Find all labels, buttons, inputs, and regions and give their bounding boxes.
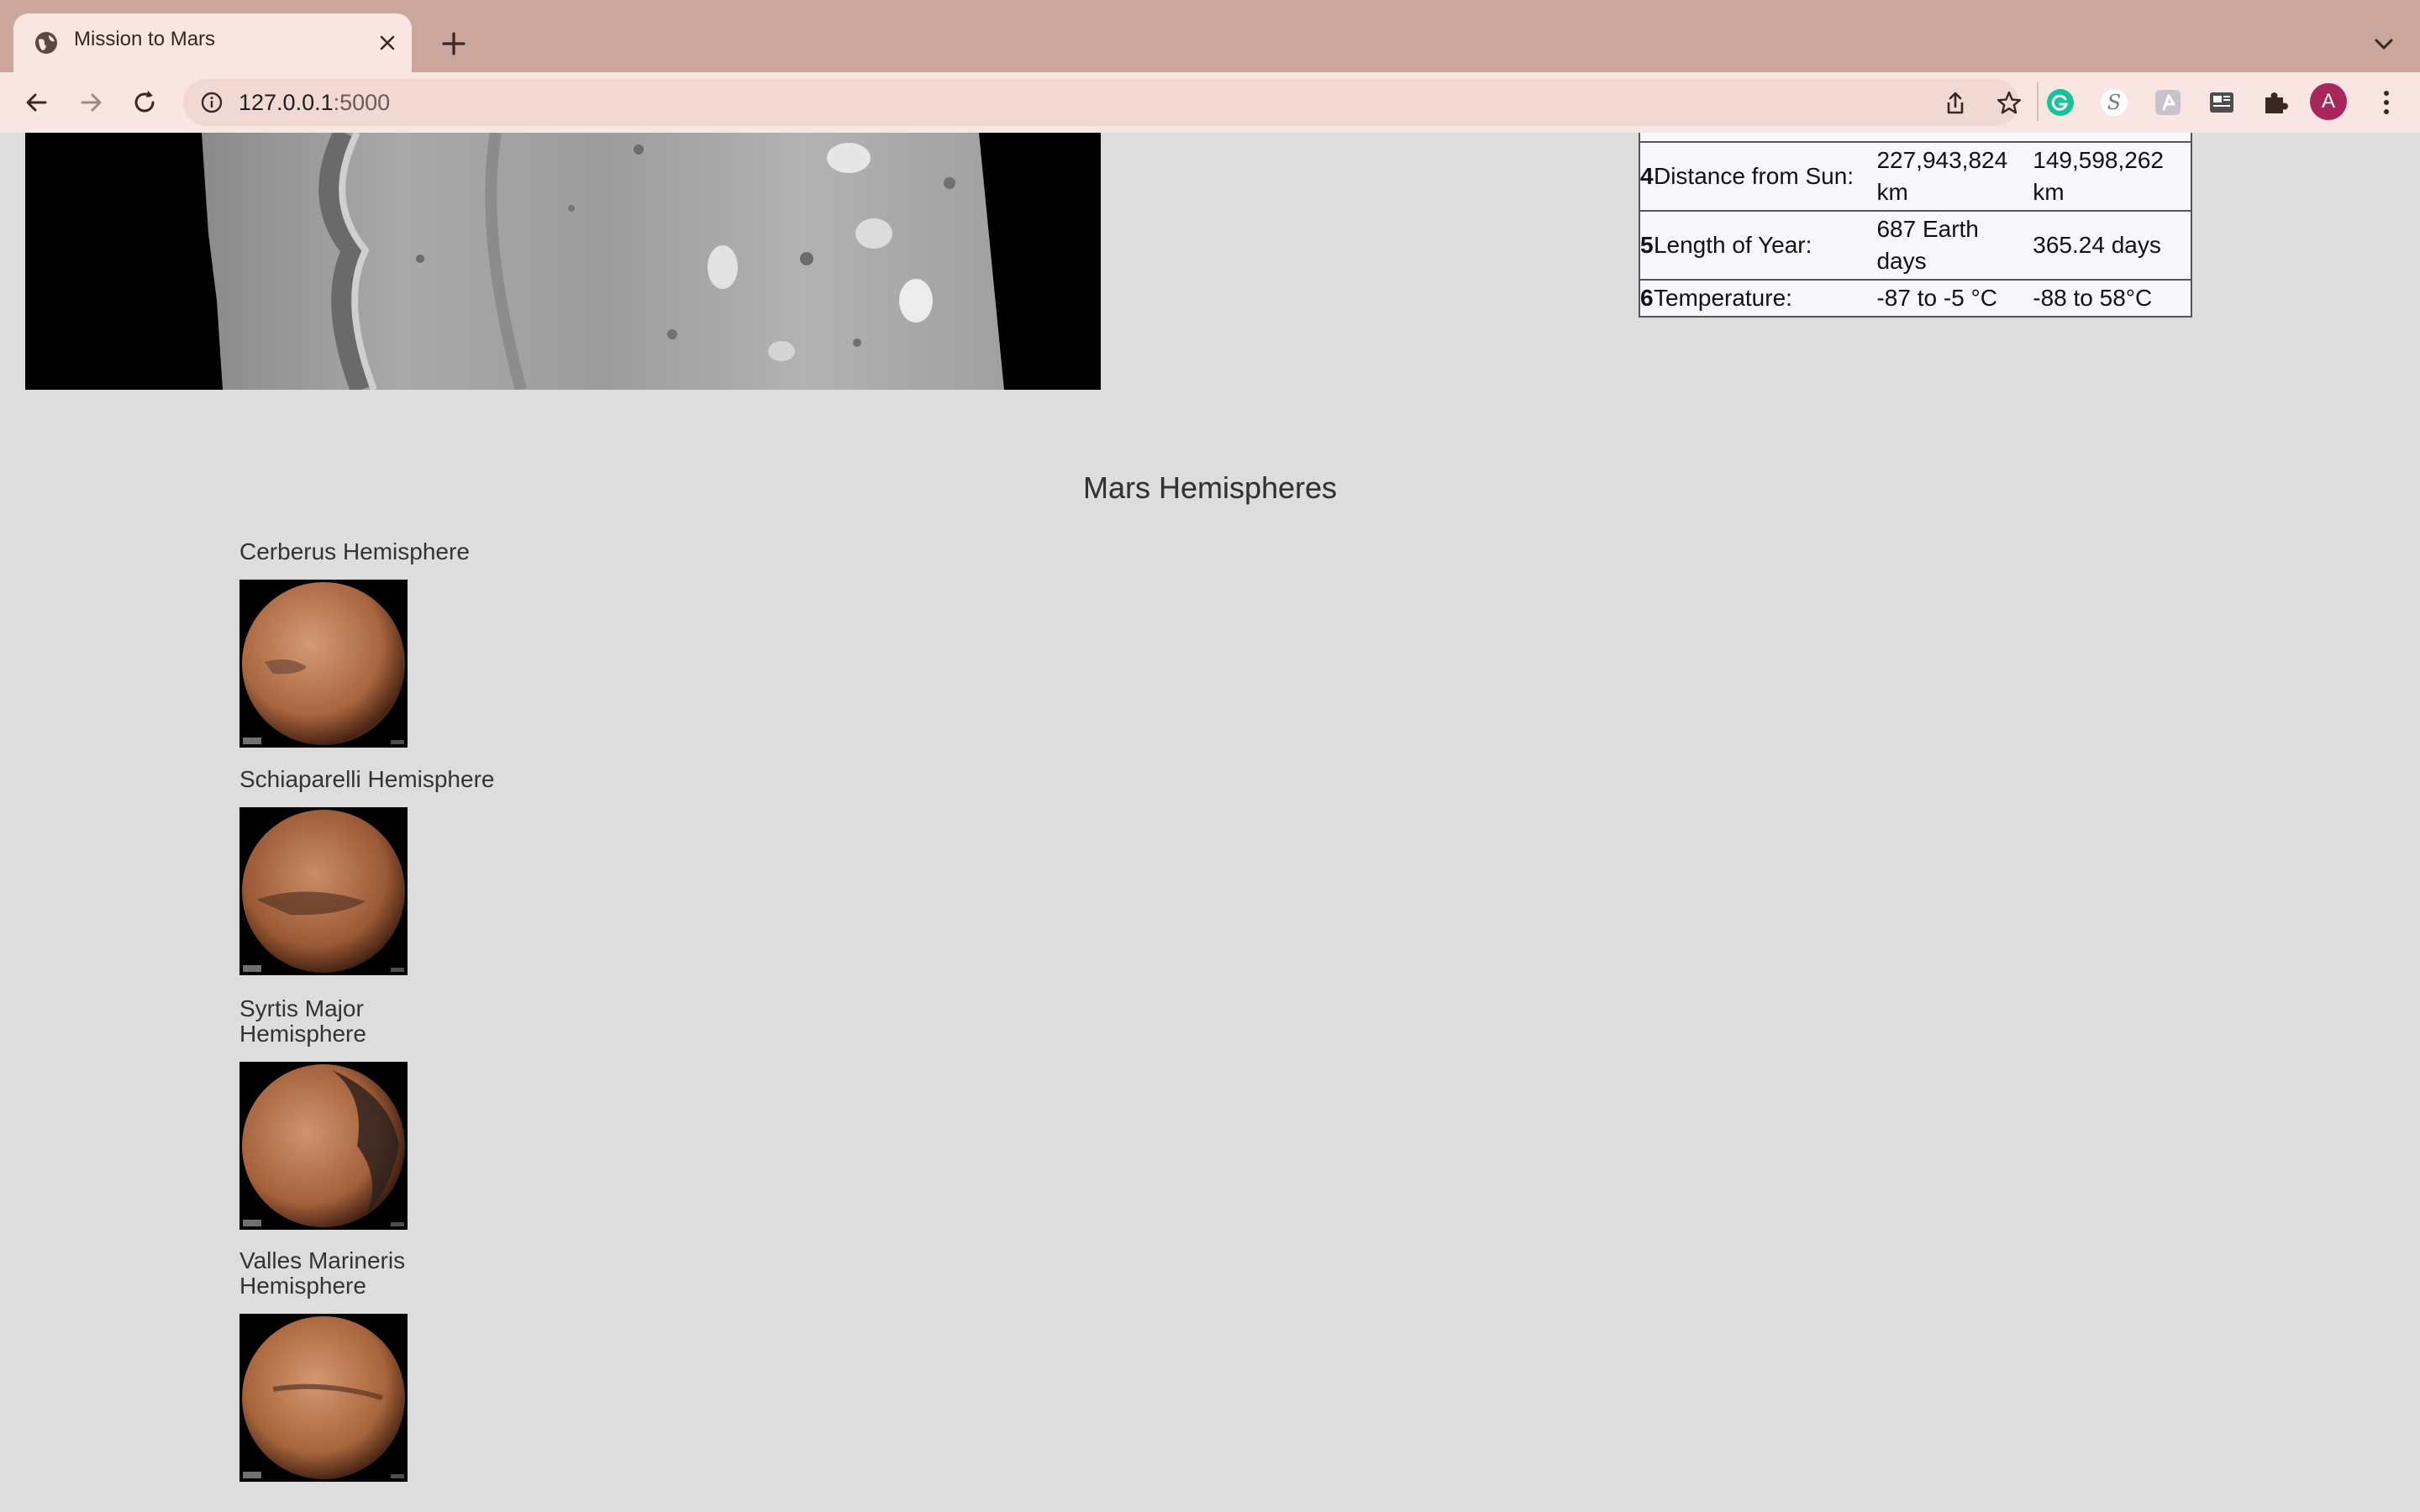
fact-description: Length of Year:	[1653, 210, 1877, 280]
grammarly-extension-icon[interactable]	[2044, 86, 2077, 119]
more-menu-icon[interactable]	[2370, 86, 2403, 119]
table-row: 3 Moons: 2 1	[1639, 133, 2191, 142]
globe-icon	[35, 32, 57, 54]
table-row: 6 Temperature: -87 to -5 °C -88 to 58°C	[1639, 279, 2191, 317]
image-credit-mark	[243, 1220, 261, 1226]
hemisphere-title: Schiaparelli Hemisphere	[239, 766, 495, 792]
url-port: :5000	[333, 90, 391, 115]
mars-value: 2	[1876, 133, 2033, 142]
active-tab[interactable]: Mission to Mars	[13, 13, 412, 72]
close-tab-icon[interactable]	[375, 30, 400, 55]
page-viewport: 3 Moons: 2 1 4 Distance from Sun: 227,94…	[0, 133, 2420, 1512]
featured-mars-image	[25, 133, 1101, 390]
hemisphere-item: Cerberus Hemisphere	[239, 539, 525, 748]
mars-value: -87 to -5 °C	[1876, 279, 2033, 317]
row-index: 3	[1639, 133, 1654, 142]
svg-text:S: S	[2107, 91, 2121, 114]
bookmark-star-icon[interactable]	[1995, 89, 2023, 118]
earth-value: 1	[2033, 133, 2191, 142]
hemisphere-image[interactable]	[239, 1314, 408, 1482]
back-arrow-icon[interactable]	[20, 86, 54, 119]
image-credit-mark	[243, 1472, 261, 1478]
url-text: 127.0.0.1:5000	[239, 90, 390, 116]
hemisphere-title: Syrtis Major Hemisphere	[239, 995, 366, 1047]
image-credit-mark	[243, 738, 261, 744]
mars-value: 227,943,824 km	[1876, 141, 2033, 211]
address-bar[interactable]: 127.0.0.1:5000	[183, 79, 2021, 126]
site-info-icon[interactable]	[200, 91, 224, 114]
image-credit-mark	[391, 740, 404, 744]
hemisphere-item: Schiaparelli Hemisphere	[239, 767, 525, 975]
profile-avatar[interactable]: A	[2310, 83, 2347, 120]
earth-value: 365.24 days	[2033, 210, 2191, 280]
earth-value: 149,598,262 km	[2033, 141, 2191, 211]
toolbar-divider	[2037, 82, 2039, 121]
s-extension-icon[interactable]: S	[2097, 86, 2131, 119]
hemisphere-title: Valles Marineris Hemisphere	[239, 1247, 406, 1299]
valles-marineris-globe	[242, 1316, 405, 1479]
mars-surface-image	[25, 133, 1101, 390]
hemisphere-item: Valles Marineris Hemisphere	[239, 1248, 408, 1482]
schiaparelli-globe	[242, 810, 405, 973]
fact-description: Moons:	[1653, 133, 1877, 142]
reload-icon[interactable]	[128, 86, 161, 119]
syrtis-major-globe	[242, 1064, 405, 1227]
extensions-puzzle-icon[interactable]	[2259, 86, 2292, 119]
fact-description: Distance from Sun:	[1653, 141, 1877, 211]
image-credit-mark	[243, 965, 261, 972]
row-index: 5	[1639, 210, 1654, 280]
row-index: 6	[1639, 279, 1654, 317]
new-tab-icon[interactable]	[437, 27, 471, 60]
hemisphere-image[interactable]	[239, 807, 408, 975]
mars-facts-table: 3 Moons: 2 1 4 Distance from Sun: 227,94…	[1639, 133, 2192, 318]
forward-arrow-icon[interactable]	[74, 86, 108, 119]
url-host: 127.0.0.1	[239, 90, 334, 115]
hemisphere-title: Cerberus Hemisphere	[239, 538, 470, 564]
mars-value: 687 Earth days	[1876, 210, 2033, 280]
table-row: 5 Length of Year: 687 Earth days 365.24 …	[1639, 210, 2191, 280]
tab-title: Mission to Mars	[74, 28, 216, 50]
hemisphere-item: Syrtis Major Hemisphere	[239, 996, 408, 1230]
hemisphere-image[interactable]	[239, 1062, 408, 1230]
image-credit-mark	[391, 968, 404, 972]
tab-strip: Mission to Mars	[0, 0, 2420, 72]
table-row: 4 Distance from Sun: 227,943,824 km 149,…	[1639, 141, 2191, 211]
row-index: 4	[1639, 141, 1654, 211]
share-icon[interactable]	[1941, 89, 1970, 118]
reader-extension-icon[interactable]	[2205, 86, 2238, 119]
cerberus-globe	[242, 582, 405, 745]
image-credit-mark	[391, 1222, 404, 1226]
hemispheres-heading: Mars Hemispheres	[1082, 470, 1338, 505]
chevron-down-icon[interactable]	[2370, 30, 2398, 59]
fact-description: Temperature:	[1653, 279, 1877, 317]
earth-value: -88 to 58°C	[2033, 279, 2191, 317]
pin-extension-icon[interactable]	[2151, 86, 2185, 119]
image-credit-mark	[391, 1474, 404, 1478]
hemisphere-image[interactable]	[239, 580, 408, 748]
